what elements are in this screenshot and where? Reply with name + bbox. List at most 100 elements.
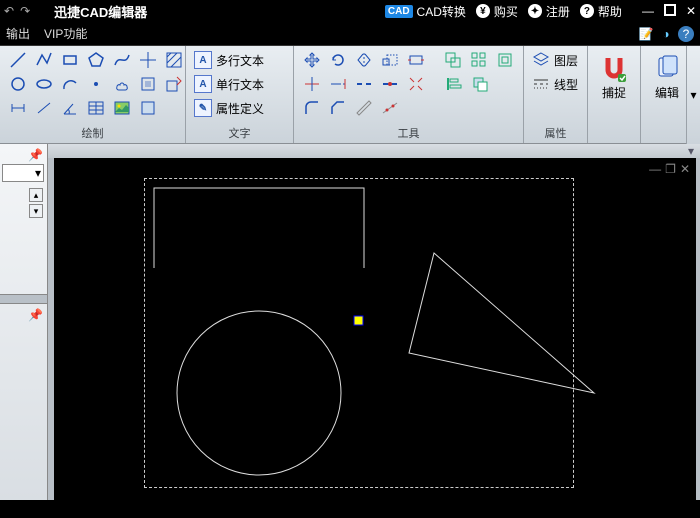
dimension-angular-tool[interactable] [60,98,80,118]
attribute-def-tool[interactable]: ✎属性定义 [194,98,285,118]
block-tool[interactable] [138,74,158,94]
app-title: 迅捷CAD编辑器 [54,2,147,21]
dimension-linear-tool[interactable] [8,98,28,118]
spline-tool[interactable] [112,50,132,70]
help-label: 帮助 [598,3,622,20]
help-link[interactable]: ? 帮助 [580,3,622,20]
ellipse-tool[interactable] [34,74,54,94]
drawing-canvas[interactable]: — ❐ ✕ [54,158,696,500]
cad-badge-icon: CAD [385,5,413,18]
construction-line-tool[interactable] [138,50,158,70]
rectangle-tool[interactable] [60,50,80,70]
multiline-text-label: 多行文本 [216,52,264,69]
pin-icon-2[interactable]: 📌 [28,308,43,322]
polygon-tool[interactable] [86,50,106,70]
copy-tool[interactable] [443,50,463,70]
maximize-button[interactable] [664,4,676,16]
move-tool[interactable] [302,50,322,70]
ribbon-group-draw: 绘制 [0,46,186,143]
break-tool[interactable] [354,74,374,94]
canvas-wrap: ▾ — ❐ ✕ [48,144,700,500]
rotate-tool[interactable] [328,50,348,70]
layers-icon [532,51,550,69]
snap-icon [600,54,628,82]
group-label-tools: 工具 [302,125,515,141]
line-tool[interactable] [8,50,28,70]
redo-icon[interactable]: ↷ [20,4,30,18]
ribbon: 绘制 A多行文本 A单行文本 ✎属性定义 文字 [0,46,700,144]
minimize-button[interactable]: — [642,4,654,18]
join-tool[interactable] [380,74,400,94]
ribbon-group-snap: 捕捉 [588,46,641,143]
ribbon-group-tools: 工具 [294,46,524,143]
edit-label: 编辑 [655,84,679,101]
edit-icon [653,54,681,82]
menu-output[interactable]: 输出 [6,25,30,42]
circle-tool[interactable] [8,74,28,94]
register-link[interactable]: ✦ 注册 [528,3,570,20]
extend-tool[interactable] [328,74,348,94]
pin-icon[interactable]: 📌 [28,148,43,162]
close-button[interactable]: ✕ [686,4,696,18]
group-label-props: 属性 [532,125,579,141]
ribbon-group-text: A多行文本 A单行文本 ✎属性定义 文字 [186,46,294,143]
trim-tool[interactable] [302,74,322,94]
point-tool[interactable] [86,74,106,94]
fillet-tool[interactable] [302,98,322,118]
undo-icon[interactable]: ↶ [4,4,14,18]
edit-button[interactable]: 编辑 [645,50,689,105]
multiline-text-tool[interactable]: A多行文本 [194,50,285,70]
canvas-topbar: ▾ [48,144,700,158]
singleline-text-tool[interactable]: A单行文本 [194,74,285,94]
panel-scroll[interactable]: ▴▾ [29,188,43,218]
stretch-tool[interactable] [406,50,426,70]
hatch-tool[interactable] [164,50,184,70]
divide-tool[interactable] [380,98,400,118]
buy-link[interactable]: ¥ 购买 [476,3,518,20]
array-tool[interactable] [469,50,489,70]
buy-label: 购买 [494,3,518,20]
linetype-button[interactable]: 线型 [532,74,579,94]
insert-block-tool[interactable] [164,74,184,94]
note-icon[interactable]: 📝 [638,26,654,42]
menu-vip[interactable]: VIP功能 [44,25,87,42]
layers-label: 图层 [554,52,578,69]
linetype-icon [532,75,550,93]
ribbon-group-props: 图层 线型 属性 [524,46,588,143]
explode-tool[interactable] [406,74,426,94]
snap-label: 捕捉 [602,84,626,101]
align-tool[interactable] [444,74,464,94]
dimension-aligned-tool[interactable] [34,98,54,118]
user-circle-icon[interactable]: ◑ [658,26,674,42]
revision-cloud-tool[interactable] [112,74,132,94]
cad-convert-link[interactable]: CAD CAD转换 [385,3,466,20]
question-icon: ? [580,4,594,18]
offset-tool[interactable] [495,50,515,70]
polyline-tool[interactable] [34,50,54,70]
image-tool[interactable] [112,98,132,118]
group-label-draw: 绘制 [8,125,177,141]
help-circle-icon[interactable]: ? [678,26,694,42]
history-nav: ↶ ↷ [4,4,30,18]
panel-combo[interactable]: ▾ [2,164,44,182]
order-tool[interactable] [470,74,490,94]
mirror-tool[interactable] [354,50,374,70]
canvas-collapse-chevron[interactable]: ▾ [688,144,694,158]
layers-button[interactable]: 图层 [532,50,579,70]
snap-button[interactable]: 捕捉 [592,50,636,105]
left-panel: 📌 ▾ ▴▾ 📌 [0,144,48,500]
ribbon-collapse-button[interactable]: ▾ [686,46,700,144]
more-draw-tool[interactable] [138,98,158,118]
yen-icon: ¥ [476,4,490,18]
singleline-text-icon: A [194,75,212,93]
scale-tool[interactable] [380,50,400,70]
menu-bar: 输出 VIP功能 📝 ◑ ? [0,22,700,46]
attribute-def-label: 属性定义 [216,100,264,117]
table-tool[interactable] [86,98,106,118]
panel-splitter[interactable] [0,294,47,304]
measure-tool[interactable] [354,98,374,118]
arc-tool[interactable] [60,74,80,94]
attribute-def-icon: ✎ [194,99,212,117]
group-label-text: 文字 [194,125,285,141]
chamfer-tool[interactable] [328,98,348,118]
